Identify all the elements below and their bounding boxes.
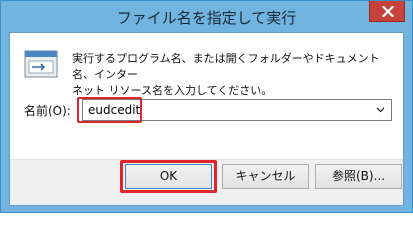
title-bar[interactable]: ファイル名を指定して実行: [1, 1, 412, 32]
cancel-button[interactable]: キャンセル: [222, 164, 309, 189]
dialog-description: 実行するプログラム名、または開くフォルダーやドキュメント名、インター ネット リ…: [72, 51, 392, 99]
open-label: 名前(O):: [24, 104, 71, 118]
browse-button[interactable]: 参照(B)...: [315, 164, 402, 189]
run-dialog-icon: [24, 50, 58, 78]
dialog-body: 実行するプログラム名、または開くフォルダーやドキュメント名、インター ネット リ…: [9, 32, 404, 206]
chevron-down-icon[interactable]: [376, 107, 385, 113]
close-icon: [382, 6, 394, 17]
description-line-1: 実行するプログラム名、または開くフォルダーやドキュメント名、インター: [72, 52, 380, 81]
window-title: ファイル名を指定して実行: [116, 9, 297, 27]
run-dialog: ファイル名を指定して実行 実行するプログラム名、または開くフォルダーやドキュメン…: [0, 0, 413, 213]
ok-highlight: [120, 160, 217, 193]
input-highlight: [77, 97, 142, 123]
close-button[interactable]: [369, 1, 405, 22]
